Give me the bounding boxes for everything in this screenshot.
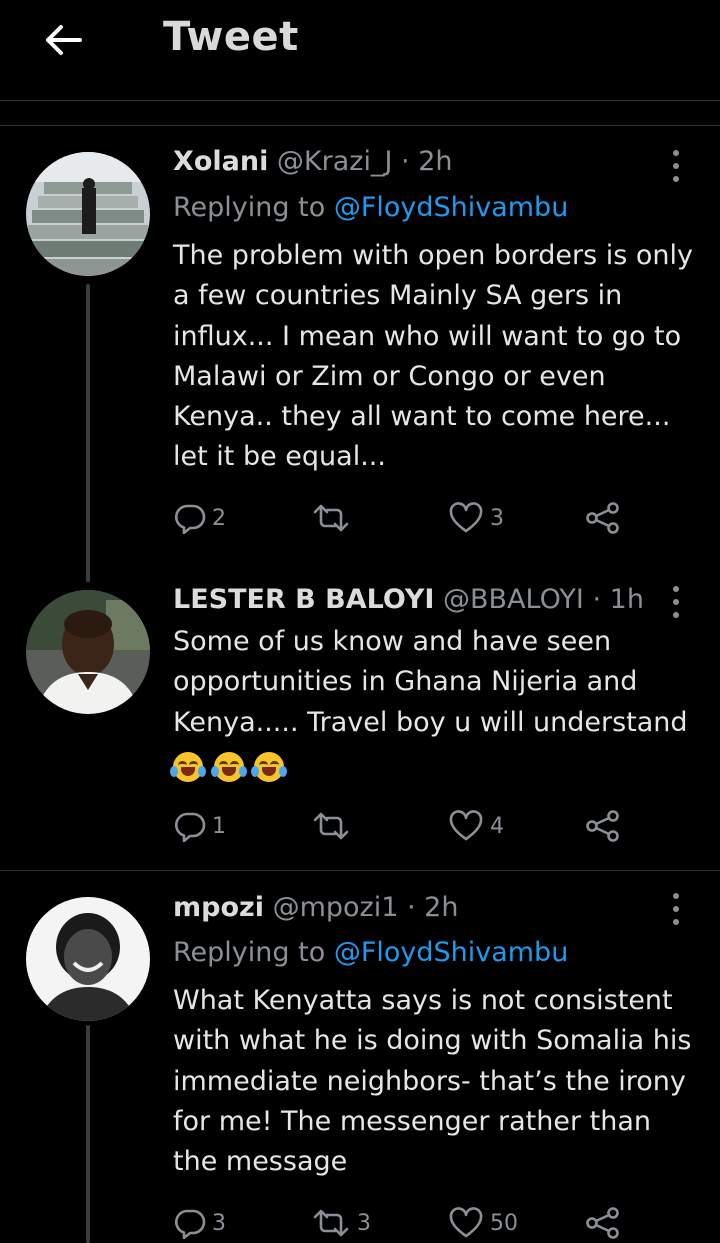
share-icon [586, 810, 619, 842]
tweet-text: Some of us know and have seen opportunit… [170, 622, 703, 787]
share-button[interactable] [584, 1203, 622, 1243]
more-options-button[interactable] [668, 586, 684, 618]
reply-button[interactable]: 2 [174, 498, 226, 538]
more-options-button[interactable] [668, 150, 684, 182]
header-divider [0, 100, 720, 101]
retweet-button[interactable] [311, 498, 357, 538]
heart-icon [449, 502, 483, 533]
tweet-meta: Xolani @Krazi_J · 2h [173, 146, 453, 177]
retweet-button[interactable]: 3 [311, 1203, 371, 1243]
reply-icon [175, 812, 206, 842]
display-name[interactable]: Xolani [173, 146, 268, 177]
share-button[interactable] [584, 498, 622, 538]
like-button[interactable]: 4 [448, 806, 504, 846]
like-count: 50 [490, 1210, 518, 1236]
tweet-meta: LESTER B BALOYI @BBALOYI · 1h [173, 584, 644, 615]
face-with-tears-of-joy-icon [210, 752, 247, 783]
mention-link[interactable]: @FloydShivambu [334, 192, 569, 223]
tweet-divider [0, 870, 720, 871]
replying-to: Replying to @FloydShivambu [173, 192, 568, 223]
separator: · [401, 146, 410, 177]
timestamp[interactable]: 2h [424, 892, 458, 923]
timestamp[interactable]: 2h [418, 146, 452, 177]
handle[interactable]: @Krazi_J [277, 146, 393, 177]
share-button[interactable] [584, 806, 622, 846]
retweet-icon [313, 504, 349, 532]
handle[interactable]: @BBALOYI [443, 584, 584, 615]
reply-count: 1 [212, 813, 226, 839]
replying-prefix: Replying to [173, 192, 326, 223]
timestamp[interactable]: 1h [610, 584, 644, 615]
separator: · [406, 892, 416, 923]
thread-connector [86, 1025, 90, 1243]
handle[interactable]: @mpozi1 [273, 892, 399, 923]
tweet-text: What Kenyatta says is not consistent wit… [173, 985, 692, 1178]
retweet-icon [313, 812, 349, 840]
reply-count: 2 [212, 505, 226, 531]
back-button[interactable] [40, 20, 86, 60]
avatar[interactable] [26, 590, 150, 714]
face-with-tears-of-joy-icon [170, 752, 206, 783]
like-button[interactable]: 50 [448, 1203, 518, 1243]
replying-prefix: Replying to [173, 937, 326, 968]
reply-icon [175, 504, 206, 534]
avatar[interactable] [26, 152, 150, 276]
tweet-meta: mpozi @mpozi1 · 2h [173, 892, 458, 923]
like-button[interactable]: 3 [448, 498, 504, 538]
tweet-actions: 3 3 50 [174, 1203, 634, 1243]
emoji-row [170, 747, 703, 787]
tweet-text: The problem with open borders is only a … [173, 240, 693, 473]
tweet-text-content: Some of us know and have seen opportunit… [173, 626, 688, 738]
avatar[interactable] [26, 897, 150, 1021]
share-icon [586, 1207, 619, 1239]
reply-button[interactable]: 1 [174, 806, 226, 846]
separator: · [592, 584, 602, 615]
face-with-tears-of-joy-icon [251, 752, 288, 783]
arrow-left-icon [46, 25, 82, 55]
retweet-count: 3 [357, 1210, 371, 1236]
thread-connector [86, 284, 90, 582]
reply-count: 3 [212, 1210, 226, 1236]
heart-icon [449, 810, 483, 841]
reply-icon [175, 1209, 206, 1239]
mention-link[interactable]: @FloydShivambu [334, 937, 569, 968]
more-options-button[interactable] [668, 893, 684, 925]
display-name[interactable]: LESTER B BALOYI [173, 584, 434, 615]
retweet-button[interactable] [311, 806, 357, 846]
page-title: Tweet [163, 14, 299, 60]
replying-to: Replying to @FloydShivambu [173, 937, 568, 968]
share-icon [586, 502, 619, 534]
like-count: 4 [490, 813, 504, 839]
like-count: 3 [490, 505, 504, 531]
reply-button[interactable]: 3 [174, 1203, 226, 1243]
heart-icon [449, 1207, 483, 1238]
tweet-actions: 2 3 [174, 498, 634, 538]
tweet-actions: 1 4 [174, 806, 634, 846]
section-divider [0, 125, 720, 126]
retweet-icon [313, 1209, 349, 1237]
top-bar: Tweet [0, 0, 720, 100]
display-name[interactable]: mpozi [173, 892, 264, 923]
